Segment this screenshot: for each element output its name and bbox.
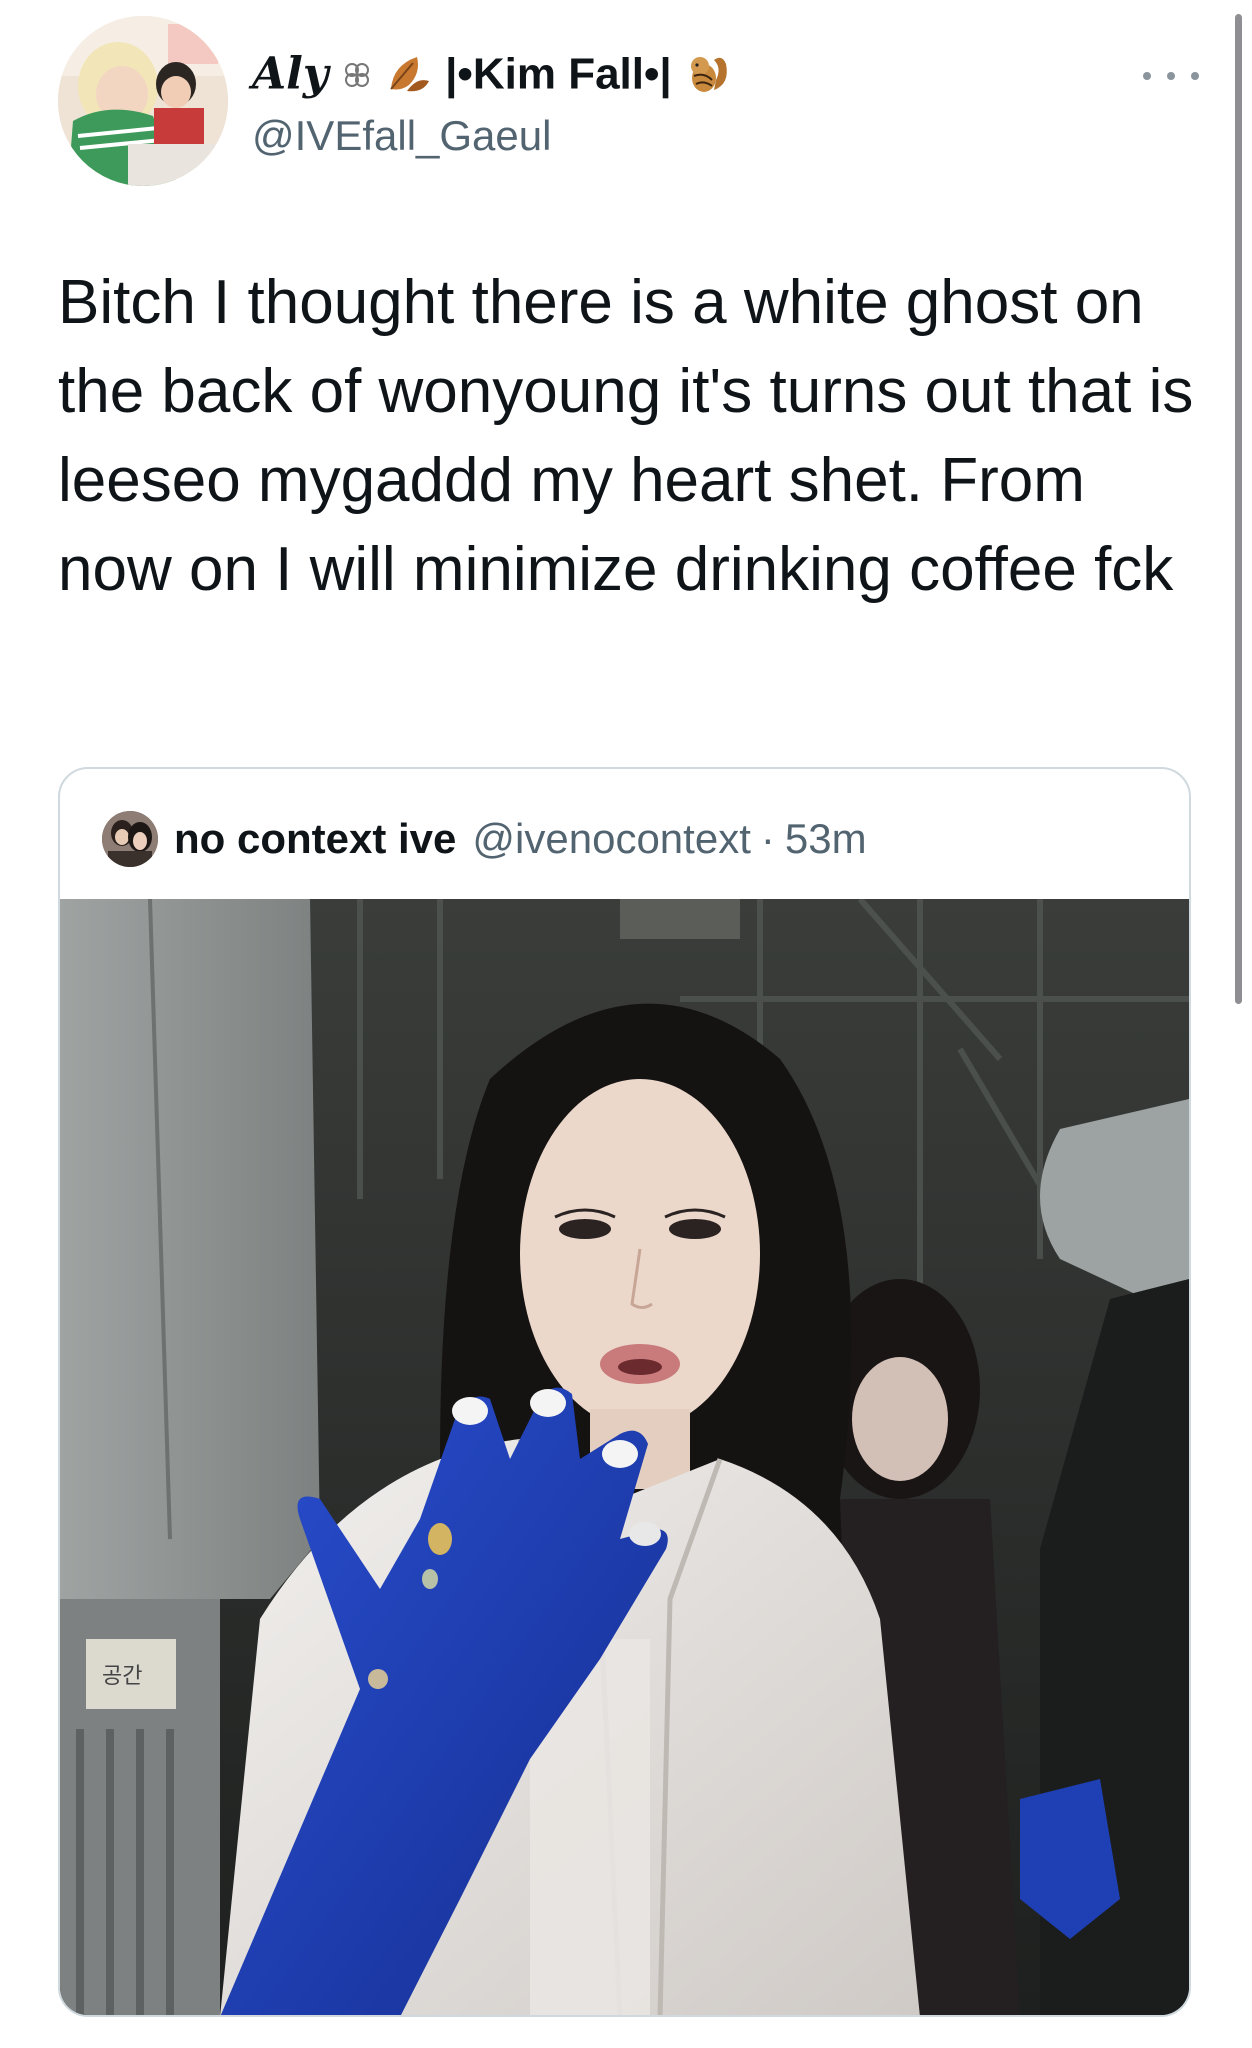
tweet-text: Bitch I thought there is a white ghost o… (58, 268, 1194, 604)
leaf-icon (387, 51, 431, 103)
author-display-name[interactable]: Aly |•Kim Fall•| (252, 50, 734, 104)
chipmunk-icon (686, 50, 732, 104)
quoted-author-avatar[interactable] (102, 811, 158, 867)
author-avatar-image (58, 16, 228, 186)
more-horizontal-icon (1143, 72, 1151, 80)
tweet-header: Aly |•Kim Fall•| @IVEfall_Gaeul (58, 16, 1199, 186)
quoted-photo: 공간 (60, 899, 1189, 2015)
quoted-timestamp[interactable]: 53m (785, 815, 867, 863)
media-sign-text: 공간 (102, 1664, 142, 1689)
quoted-author-handle[interactable]: @ivenocontext (472, 815, 750, 863)
quoted-tweet-card[interactable]: no context ive @ivenocontext · 53m 공간 (58, 767, 1191, 2017)
author-name-prefix: Aly (252, 48, 329, 100)
author-avatar[interactable] (58, 16, 228, 186)
more-options-button[interactable] (1143, 56, 1199, 96)
clover-icon (343, 55, 371, 99)
scrollbar-thumb[interactable] (1235, 14, 1242, 1004)
quoted-author-name[interactable]: no context ive (174, 815, 456, 863)
author-name-suffix: |•Kim Fall•| (445, 49, 672, 99)
quoted-separator: · (760, 815, 775, 862)
quoted-media-image[interactable]: 공간 (60, 899, 1189, 2015)
author-handle[interactable]: @IVEfall_Gaeul (252, 115, 551, 157)
quoted-avatar-image (102, 811, 158, 867)
quoted-tweet-header: no context ive @ivenocontext · 53m (102, 809, 867, 869)
